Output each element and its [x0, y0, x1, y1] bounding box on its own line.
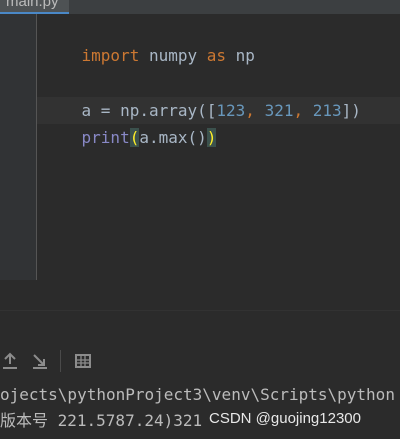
- module-name: numpy: [139, 46, 207, 65]
- editor-bottom-strip: [0, 280, 400, 311]
- code-line-3: a = np.array([123, 321, 213]): [43, 70, 361, 120]
- code-line-1: import numpy as np: [43, 15, 255, 65]
- array-close: ]): [341, 101, 361, 120]
- open-paren-highlight: (: [129, 128, 140, 147]
- console-output-line-2: 版本号 221.5787.24)321: [0, 411, 203, 430]
- tab-label: main.py: [6, 0, 59, 10]
- editor-tab-bar: main.py: [0, 0, 400, 14]
- print-builtin: print: [81, 128, 130, 147]
- code-line-4: print(a.max()): [43, 97, 217, 147]
- scroll-up-icon[interactable]: [0, 351, 20, 371]
- line-number-gutter: [0, 14, 37, 280]
- soft-wrap-icon[interactable]: [30, 351, 50, 371]
- print-argument: a.max(): [139, 128, 207, 147]
- keyword-as: as: [206, 46, 227, 65]
- number-2: 321: [264, 101, 294, 120]
- run-toolbar: [0, 347, 400, 375]
- print-icon[interactable]: [73, 351, 93, 371]
- module-alias: np: [226, 46, 255, 65]
- code-editor[interactable]: import numpy as np a = np.array([123, 32…: [37, 14, 400, 280]
- comma-1: ,: [245, 101, 265, 120]
- keyword-import: import: [81, 46, 140, 65]
- number-1: 123: [216, 101, 246, 120]
- watermark-text: CSDN @guojing12300: [209, 410, 361, 427]
- toolbar-separator: [60, 350, 61, 372]
- tab-main-py[interactable]: main.py: [0, 0, 69, 14]
- close-paren-highlight: ): [206, 128, 217, 147]
- comma-2: ,: [293, 101, 313, 120]
- console-output-line-1: ojects\pythonProject3\venv\Scripts\pytho…: [0, 385, 395, 404]
- number-3: 213: [312, 101, 342, 120]
